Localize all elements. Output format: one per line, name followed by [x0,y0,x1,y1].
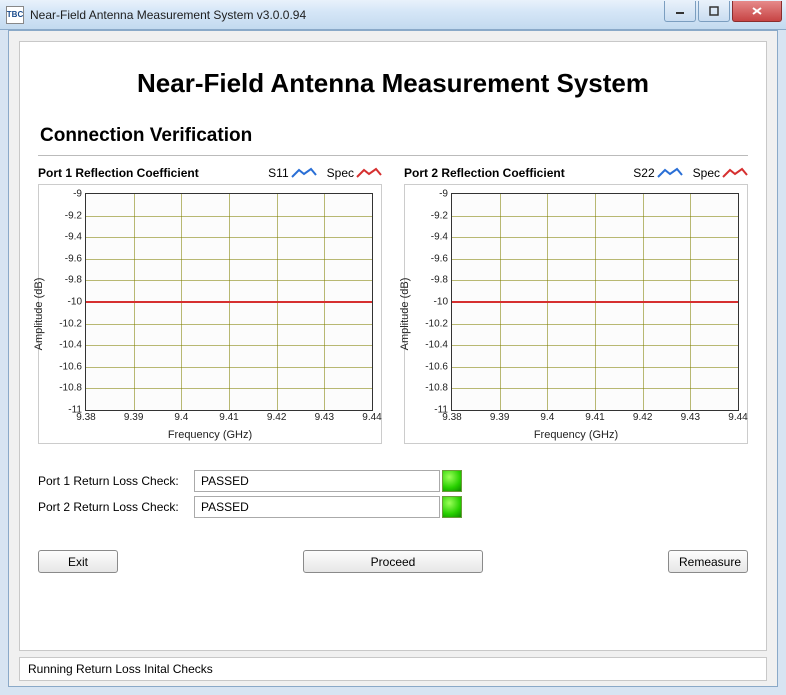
button-row: Exit Proceed Remeasure [38,550,748,573]
charts-row: Port 1 Reflection Coefficient S11 Spec A… [38,166,748,444]
chart-spec-line [452,301,738,303]
statusbar: Running Return Loss Inital Checks [19,657,767,681]
status-rows: Port 1 Return Loss Check: PASSED Port 2 … [38,466,748,522]
status-port2-light [442,496,462,518]
chart-ytick: -9.6 [431,253,452,264]
chart-xtick: 9.42 [267,410,286,423]
chart-port2-series-label: S22 [633,166,654,180]
chart-xtick: 9.38 [442,410,461,423]
chart-xtick: 9.39 [124,410,143,423]
legend-series-icon [657,167,683,179]
chart-ytick: -9.4 [65,232,86,243]
chart-xtick: 9.4 [174,410,188,423]
chart-ytick: -9.2 [431,210,452,221]
status-port1-label: Port 1 Return Loss Check: [38,474,194,488]
chart-xtick: 9.4 [540,410,554,423]
status-port2-value: PASSED [194,496,440,518]
section-divider [38,155,748,156]
window-client-area: Near-Field Antenna Measurement System Co… [8,30,778,687]
window-titlebar: TBC Near-Field Antenna Measurement Syste… [0,0,786,30]
chart-xtick: 9.41 [585,410,604,423]
chart-port2-spec-label: Spec [693,166,720,180]
legend-spec-icon [722,167,748,179]
chart-port1-plot-area: -9-9.2-9.4-9.6-9.8-10-10.2-10.4-10.6-10.… [85,193,373,411]
proceed-button[interactable]: Proceed [303,550,483,573]
page-title: Near-Field Antenna Measurement System [38,68,748,99]
chart-ytick: -10.6 [59,361,86,372]
chart-ytick: -10.2 [59,318,86,329]
chart-xtick: 9.43 [315,410,334,423]
section-title: Connection Verification [40,125,748,147]
chart-ytick: -10.6 [425,361,452,372]
chart-ytick: -9.2 [65,210,86,221]
chart-xtick: 9.38 [76,410,95,423]
chart-ytick: -9.8 [65,275,86,286]
chart-ytick: -10.8 [425,383,452,394]
chart-ytick: -10.4 [59,340,86,351]
chart-port1-series-label: S11 [268,166,288,180]
chart-ytick: -9 [439,189,452,200]
chart-spec-line [86,301,372,303]
chart-xtick: 9.43 [681,410,700,423]
chart-ytick: -10 [68,297,86,308]
chart-ytick: -9.6 [65,253,86,264]
window-minimize-button[interactable] [664,1,696,22]
chart-port1-xlabel: Frequency (GHz) [39,429,381,441]
chart-ytick: -9.8 [431,275,452,286]
chart-port2-header: Port 2 Reflection Coefficient S22 Spec [404,166,748,180]
chart-port1: Port 1 Reflection Coefficient S11 Spec A… [38,166,382,444]
chart-ytick: -10.8 [59,383,86,394]
app-icon: TBC [6,6,24,24]
chart-port2-plot: Amplitude (dB) -9-9.2-9.4-9.6-9.8-10-10.… [404,184,748,444]
chart-port2-plot-area: -9-9.2-9.4-9.6-9.8-10-10.2-10.4-10.6-10.… [451,193,739,411]
legend-spec-icon [356,167,382,179]
legend-series-icon [291,167,317,179]
chart-port2: Port 2 Reflection Coefficient S22 Spec A… [404,166,748,444]
chart-xtick: 9.44 [728,410,747,423]
main-panel: Near-Field Antenna Measurement System Co… [19,41,767,651]
status-port2-label: Port 2 Return Loss Check: [38,500,194,514]
chart-xtick: 9.39 [490,410,509,423]
chart-xtick: 9.42 [633,410,652,423]
window-title: Near-Field Antenna Measurement System v3… [30,8,306,22]
chart-ytick: -9 [73,189,86,200]
chart-port1-header: Port 1 Reflection Coefficient S11 Spec [38,166,382,180]
chart-port1-plot: Amplitude (dB) -9-9.2-9.4-9.6-9.8-10-10.… [38,184,382,444]
window-close-button[interactable] [732,1,782,22]
status-row-port1: Port 1 Return Loss Check: PASSED [38,470,748,492]
exit-button[interactable]: Exit [38,550,118,573]
status-port1-value: PASSED [194,470,440,492]
maximize-icon [709,6,719,16]
chart-port2-xlabel: Frequency (GHz) [405,429,747,441]
chart-ytick: -10 [434,297,452,308]
chart-xtick: 9.44 [362,410,381,423]
remeasure-button[interactable]: Remeasure [668,550,748,573]
chart-xtick: 9.41 [219,410,238,423]
chart-ytick: -10.4 [425,340,452,351]
minimize-icon [675,6,685,16]
window-maximize-button[interactable] [698,1,730,22]
status-row-port2: Port 2 Return Loss Check: PASSED [38,496,748,518]
chart-ytick: -9.4 [431,232,452,243]
chart-ytick: -10.2 [425,318,452,329]
close-icon [751,6,763,16]
status-port1-light [442,470,462,492]
chart-port1-title: Port 1 Reflection Coefficient [38,166,258,180]
chart-port2-title: Port 2 Reflection Coefficient [404,166,623,180]
chart-port1-spec-label: Spec [327,166,354,180]
